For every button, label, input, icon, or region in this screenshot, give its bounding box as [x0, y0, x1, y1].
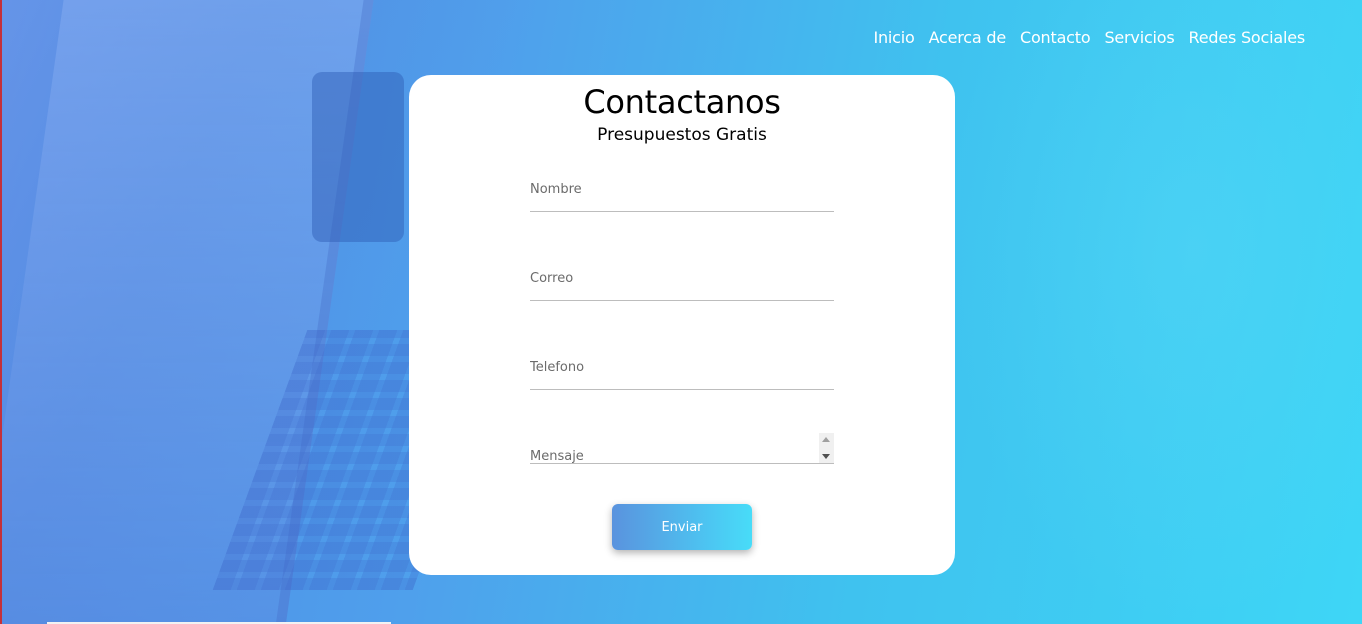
background-person — [942, 0, 1362, 624]
scroll-down-arrow-icon[interactable] — [822, 454, 830, 459]
window-left-edge — [0, 0, 2, 624]
mensaje-field — [530, 433, 834, 464]
mensaje-scrollbar[interactable] — [819, 433, 834, 463]
nav-link-servicios[interactable]: Servicios — [1104, 28, 1174, 47]
telefono-input[interactable] — [530, 360, 834, 390]
contact-title: Contactanos — [583, 83, 781, 121]
contact-form-card: Contactanos Presupuestos Gratis Enviar — [409, 75, 955, 575]
page-background: Inicio Acerca de Contacto Servicios Rede… — [0, 0, 1362, 624]
nav-link-inicio[interactable]: Inicio — [873, 28, 914, 47]
nav-link-contacto[interactable]: Contacto — [1020, 28, 1091, 47]
contact-subtitle: Presupuestos Gratis — [597, 125, 767, 145]
nav-link-acerca-de[interactable]: Acerca de — [929, 28, 1007, 47]
top-navigation: Inicio Acerca de Contacto Servicios Rede… — [873, 28, 1305, 47]
scroll-up-arrow-icon[interactable] — [822, 437, 830, 442]
enviar-button[interactable]: Enviar — [612, 504, 752, 550]
nombre-input[interactable] — [530, 182, 834, 212]
mensaje-textarea[interactable] — [530, 433, 818, 463]
nav-link-redes-sociales[interactable]: Redes Sociales — [1189, 28, 1306, 47]
background-cup — [312, 72, 404, 242]
correo-input[interactable] — [530, 271, 834, 301]
